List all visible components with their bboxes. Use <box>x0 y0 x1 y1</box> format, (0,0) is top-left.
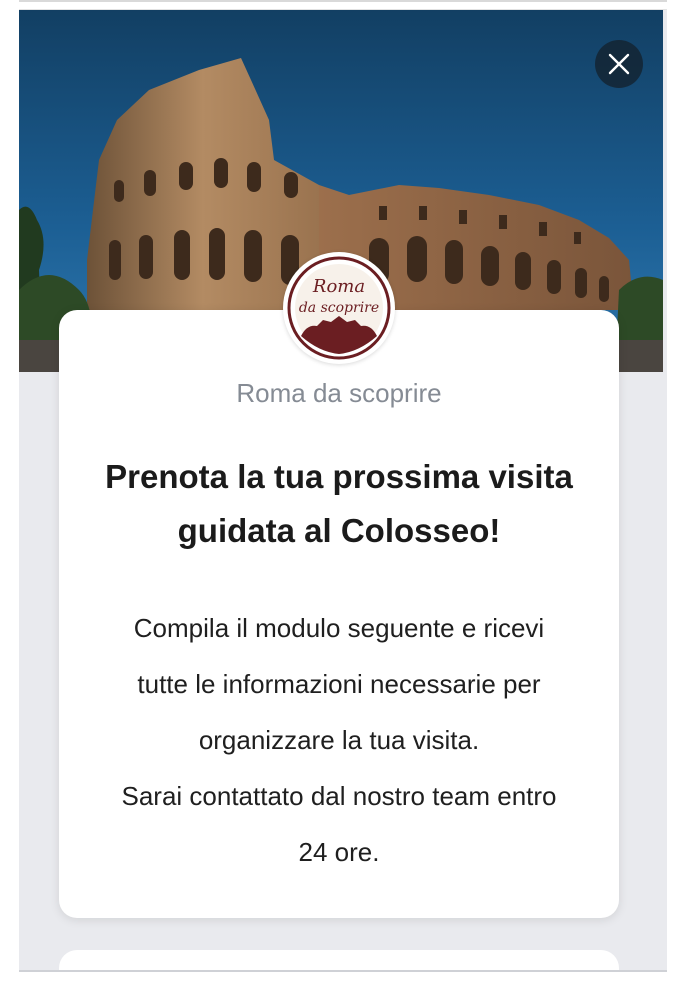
body-line: organizzare la tua visita. <box>198 725 480 755</box>
body-line: Sarai contattato dal nostro team entro <box>121 781 557 811</box>
body-text: Compila il modulo seguente e ricevi tutt… <box>79 600 599 880</box>
close-icon <box>608 53 630 75</box>
bottom-divider <box>19 970 667 972</box>
brand-logo: Roma da scoprire <box>283 252 395 364</box>
body-line: tutte le informazioni necessarie per <box>137 669 541 699</box>
page-frame: Roma da scoprire Roma da scoprire Prenot… <box>19 0 667 972</box>
logo-line2: da scoprire <box>299 300 379 316</box>
headline: Prenota la tua prossima visita guidata a… <box>105 458 573 549</box>
body-line: Compila il modulo seguente e ricevi <box>133 613 545 643</box>
top-strip <box>19 0 667 10</box>
body-line: 24 ore. <box>298 837 380 867</box>
close-button[interactable] <box>595 40 643 88</box>
brand-name: Roma da scoprire <box>236 378 442 408</box>
form-card <box>59 950 619 972</box>
promo-card: Roma da scoprire Roma da scoprire Prenot… <box>59 252 619 918</box>
logo-line1: Roma <box>312 276 365 297</box>
